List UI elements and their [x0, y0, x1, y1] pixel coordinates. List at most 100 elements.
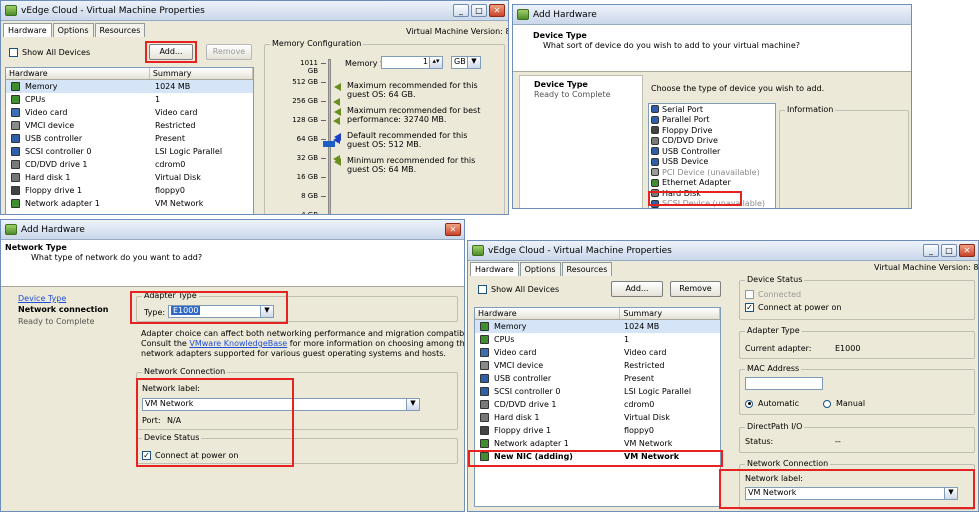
device-status-group: Device Status — [739, 275, 975, 320]
tab-hardware[interactable]: Hardware — [470, 262, 519, 276]
memory-note-text: guest OS: 64 MB. — [347, 165, 417, 174]
table-row[interactable]: CPUs 1 — [6, 93, 253, 106]
memory-size-input[interactable]: 1 ▴▾ — [381, 56, 443, 69]
memory-note-text: Default recommended for this — [347, 131, 468, 140]
memory-tick-label: 4 GB — [301, 211, 318, 215]
device-type-item[interactable]: Floppy Drive — [649, 125, 775, 136]
table-row[interactable]: VMCI device Restricted — [6, 119, 253, 132]
add-button[interactable]: Add... — [611, 281, 663, 297]
wizard-steps: Device Type Ready to Complete — [519, 75, 643, 208]
minimize-button[interactable]: _ — [453, 4, 469, 17]
table-row[interactable]: SCSI controller 0 LSI Logic Parallel — [475, 385, 720, 398]
tab-resources[interactable]: Resources — [561, 262, 613, 276]
table-row[interactable]: CPUs 1 — [475, 333, 720, 346]
tab-resources[interactable]: Resources — [94, 23, 146, 37]
table-row[interactable]: VMCI device Restricted — [475, 359, 720, 372]
table-row[interactable]: Memory 1024 MB — [475, 320, 720, 333]
memory-note-text: guest OS: 512 MB. — [347, 140, 422, 149]
connected-label: Connected — [758, 290, 802, 299]
cdrom-icon — [480, 400, 489, 409]
table-row[interactable]: Memory 1024 MB — [6, 80, 253, 93]
close-button[interactable]: ✕ — [959, 244, 975, 257]
tab-options[interactable]: Options — [519, 262, 561, 276]
hardware-name: SCSI controller 0 — [25, 147, 92, 156]
table-row[interactable]: SCSI controller 0 LSI Logic Parallel — [6, 145, 253, 158]
remove-button[interactable]: Remove — [670, 281, 721, 297]
vm-version-label: Virtual Machine Version: 8 — [406, 27, 509, 36]
hardware-summary: Present — [155, 134, 186, 143]
tab-hardware[interactable]: Hardware — [3, 23, 52, 37]
table-row[interactable]: Hard disk 1 Virtual Disk — [475, 411, 720, 424]
show-all-devices-label: Show All Devices — [491, 285, 560, 294]
memory-slider-handle[interactable] — [323, 141, 335, 147]
minimize-button[interactable]: _ — [923, 244, 939, 257]
information-group: Information — [779, 105, 909, 208]
table-row[interactable]: Hard disk 1 Virtual Disk — [6, 171, 253, 184]
wizard-header: Network Type What type of network do you… — [1, 240, 464, 286]
vm-icon — [472, 245, 484, 256]
table-row[interactable]: Video card Video card — [475, 346, 720, 359]
hardware-list: Hardware Summary Memory 1024 MB CPUs 1 Video … — [474, 307, 721, 507]
hardware-summary: Virtual Disk — [155, 173, 201, 182]
device-type-label: USB Device — [662, 157, 709, 167]
table-row[interactable]: Floppy drive 1 floppy0 — [6, 184, 253, 197]
automatic-radio[interactable]: Automatic — [745, 399, 799, 408]
table-row[interactable]: CD/DVD drive 1 cdrom0 — [475, 398, 720, 411]
hardware-name: VMCI device — [494, 361, 544, 370]
mac-address-input[interactable] — [745, 377, 823, 390]
memory-marker-icon — [333, 98, 340, 106]
table-row[interactable]: Network adapter 1 VM Network — [6, 197, 253, 210]
spinner-icon[interactable]: ▴▾ — [429, 57, 442, 68]
table-row[interactable]: Network adapter 1 VM Network — [475, 437, 720, 450]
memory-tick-mark — [321, 139, 326, 140]
harddisk-icon — [11, 173, 20, 182]
memory-unit-select[interactable]: GB ▼ — [451, 56, 481, 69]
table-row[interactable]: USB controller Present — [6, 132, 253, 145]
tab-options[interactable]: Options — [52, 23, 94, 37]
vmci-icon — [11, 121, 20, 130]
usb-icon — [11, 134, 20, 143]
device-type-item[interactable]: Ethernet Adapter — [649, 178, 775, 189]
device-type-item[interactable]: USB Controller — [649, 146, 775, 157]
automatic-label: Automatic — [758, 399, 800, 408]
device-type-label: Parallel Port — [662, 115, 710, 125]
device-type-label: CD/DVD Drive — [662, 136, 718, 146]
device-type-item[interactable]: USB Device — [649, 157, 775, 168]
remove-button[interactable]: Remove — [206, 44, 252, 60]
hardware-name: Network adapter 1 — [25, 199, 100, 208]
status-value: -- — [835, 437, 841, 446]
memory-configuration-label: Memory Configuration — [270, 39, 364, 48]
vmware-knowledgebase-link[interactable]: VMware KnowledgeBase — [189, 339, 287, 348]
hardware-name: Network adapter 1 — [494, 439, 569, 448]
device-type-item[interactable]: CD/DVD Drive — [649, 136, 775, 147]
information-label: Information — [785, 105, 836, 114]
col-summary: Summary — [150, 68, 253, 79]
table-row[interactable]: CD/DVD drive 1 cdrom0 — [6, 158, 253, 171]
step-ready-to-complete: Ready to Complete — [534, 90, 611, 99]
table-row[interactable]: Video card Video card — [6, 106, 253, 119]
device-status-label: Device Status — [745, 275, 805, 284]
memory-note-text: performance: 32740 MB. — [347, 115, 447, 124]
device-type-item[interactable]: Parallel Port — [649, 115, 775, 126]
hardware-summary: Present — [624, 374, 655, 383]
show-all-devices-checkbox[interactable]: Show All Devices — [9, 48, 90, 57]
table-row[interactable]: USB controller Present — [475, 372, 720, 385]
maximize-button[interactable]: □ — [471, 4, 487, 17]
connect-at-power-on-checkbox[interactable]: ✓ Connect at power on — [745, 303, 841, 312]
manual-radio[interactable]: Manual — [823, 399, 865, 408]
hardware-summary: cdrom0 — [624, 400, 655, 409]
close-button[interactable]: ✕ — [489, 4, 505, 17]
floppy-icon — [11, 186, 20, 195]
table-row[interactable]: Floppy drive 1 floppy0 — [475, 424, 720, 437]
close-button[interactable]: ✕ — [445, 223, 461, 236]
maximize-button[interactable]: □ — [941, 244, 957, 257]
show-all-devices-checkbox[interactable]: Show All Devices — [478, 285, 559, 294]
hardware-summary: Video card — [624, 348, 667, 357]
show-all-devices-label: Show All Devices — [22, 48, 91, 57]
device-type-item[interactable]: Serial Port — [649, 104, 775, 115]
hardware-name: Video card — [25, 108, 68, 117]
step-device-type-link[interactable]: Device Type — [18, 294, 66, 303]
device-type-item[interactable]: PCI Device (unavailable) — [649, 167, 775, 178]
title-bar: Add Hardware ✕ — [1, 220, 464, 240]
monitor-icon — [480, 348, 489, 357]
